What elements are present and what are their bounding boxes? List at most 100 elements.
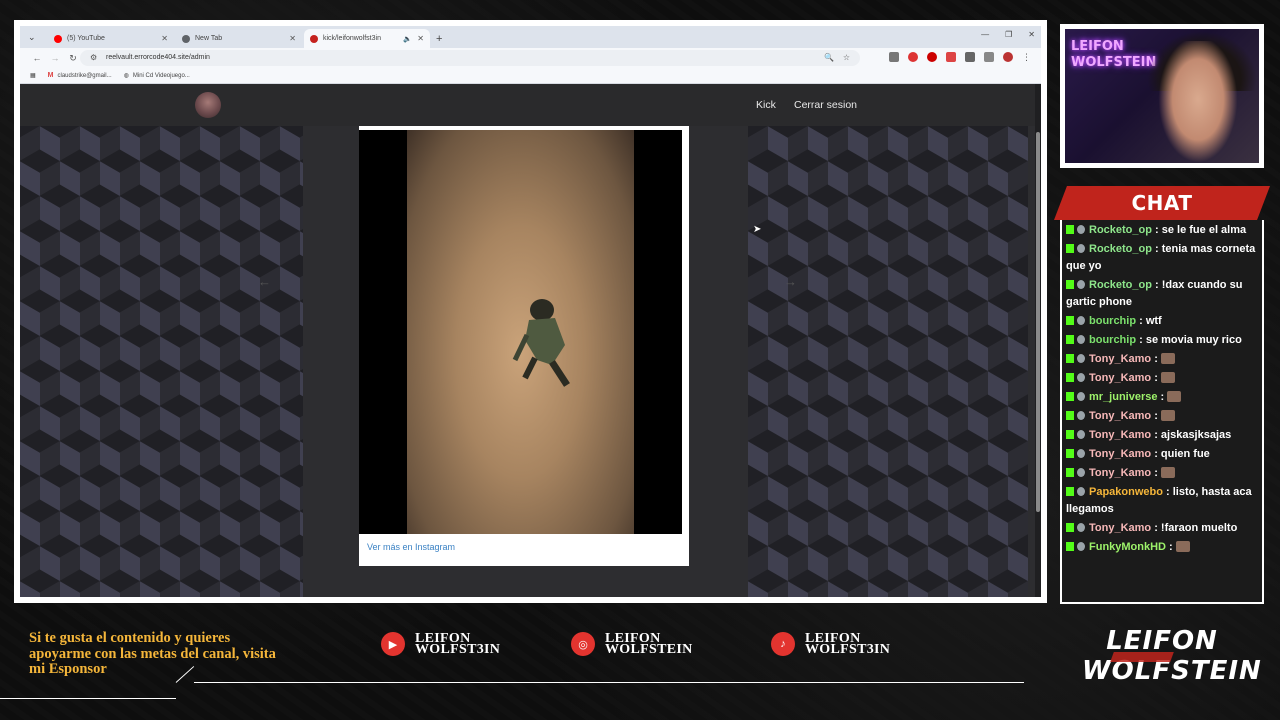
- speaker-icon[interactable]: 🔈: [403, 35, 412, 43]
- kick-badge-icon: [1066, 449, 1074, 458]
- left-pattern-panel: [20, 126, 303, 597]
- chat-username[interactable]: Tony_Kamo: [1089, 429, 1151, 441]
- zoom-icon[interactable]: 🔍: [824, 50, 834, 66]
- tab-label: (5) YouTube: [67, 35, 105, 42]
- scrollbar[interactable]: [1035, 84, 1041, 597]
- chat-username[interactable]: Rocketo_op: [1089, 243, 1152, 255]
- close-icon[interactable]: ✕: [289, 34, 296, 43]
- chat-message: Tony_Kamo :: [1066, 351, 1258, 368]
- gmail-ext-icon[interactable]: [946, 52, 956, 62]
- adblock-icon[interactable]: [908, 52, 918, 62]
- user-badge-icon: [1077, 523, 1085, 532]
- chat-username[interactable]: bourchip: [1089, 315, 1136, 327]
- logo-red-stroke: [1110, 652, 1174, 662]
- site-logo-avatar[interactable]: [195, 92, 221, 118]
- minimize-icon[interactable]: —: [981, 30, 989, 39]
- chat-username[interactable]: mr_juniverse: [1089, 391, 1157, 403]
- chat-title: CHAT: [1131, 191, 1193, 215]
- chat-username[interactable]: Tony_Kamo: [1089, 410, 1151, 422]
- menu-icon[interactable]: ⋮: [1022, 52, 1031, 63]
- forward-icon[interactable]: →: [46, 53, 64, 63]
- social-handle: LEIFON WOLFSTEIN: [605, 632, 693, 657]
- tab-new-tab[interactable]: New Tab ✕: [176, 29, 302, 48]
- handle-line: WOLFSTEIN: [605, 642, 693, 657]
- site-info-icon[interactable]: ⚙: [90, 50, 97, 66]
- emote-icon: [1160, 353, 1175, 364]
- chat-username[interactable]: Tony_Kamo: [1089, 467, 1151, 479]
- site-header: Kick Cerrar sesion: [20, 84, 1041, 126]
- chat-message-list: Rocketo_op : se le fue el alma Rocketo_op…: [1066, 222, 1258, 556]
- chat-text: :: [1151, 467, 1161, 479]
- chat-username[interactable]: bourchip: [1089, 334, 1136, 346]
- apps-grid-icon[interactable]: ▦: [30, 72, 36, 79]
- chat-text: : wtf: [1136, 315, 1162, 327]
- emote-icon: [1175, 541, 1190, 552]
- video-player[interactable]: [359, 130, 682, 534]
- window-controls: — ❐ ✕: [981, 30, 1035, 39]
- next-arrow-icon[interactable]: →: [784, 274, 797, 289]
- kick-badge-icon: [1066, 392, 1074, 401]
- chat-message: Rocketo_op : tenia mas corneta que yo: [1066, 241, 1258, 275]
- social-youtube: ▶ LEIFON WOLFST3IN: [381, 632, 500, 657]
- chat-text: :: [1151, 372, 1161, 384]
- chat-message: bourchip : se movia muy rico: [1066, 332, 1258, 349]
- puzzle-icon[interactable]: [965, 52, 975, 62]
- neon-sign: LEIFON WOLFSTEIN: [1071, 39, 1157, 70]
- url-text: reelvault.errorcode404.site/admin: [106, 54, 210, 61]
- chat-message: Tony_Kamo :: [1066, 465, 1258, 482]
- user-badge-icon: [1077, 335, 1085, 344]
- channel-logo: LEIFON WOLFSTEIN: [1082, 626, 1261, 688]
- chat-header: CHAT: [1054, 186, 1270, 220]
- chat-username[interactable]: Tony_Kamo: [1089, 353, 1151, 365]
- divider-line: [194, 682, 1024, 683]
- chat-username[interactable]: Tony_Kamo: [1089, 372, 1151, 384]
- browser-toolbar: ← → ↻ ⚙ reelvault.errorcode404.site/admi…: [20, 48, 1041, 68]
- bookmark-label: Mini Cd Videojuego...: [132, 72, 190, 79]
- restore-icon[interactable]: ❐: [1005, 30, 1012, 39]
- rider-figure: [512, 299, 570, 387]
- chat-username[interactable]: Papakonwebo: [1089, 486, 1163, 498]
- tab-kick[interactable]: kick/leifonwolfst3in 🔈 ✕: [304, 29, 430, 48]
- tab-search-icon[interactable]: ⌄: [28, 32, 36, 43]
- chat-username[interactable]: Tony_Kamo: [1089, 522, 1151, 534]
- kick-badge-icon: [1066, 335, 1074, 344]
- close-icon[interactable]: ✕: [161, 34, 168, 43]
- back-icon[interactable]: ←: [28, 53, 46, 63]
- close-icon[interactable]: ✕: [417, 34, 424, 43]
- chat-username[interactable]: FunkyMonkHD: [1089, 541, 1166, 553]
- chat-username[interactable]: Tony_Kamo: [1089, 448, 1151, 460]
- scrollbar-thumb[interactable]: [1036, 132, 1040, 512]
- close-window-icon[interactable]: ✕: [1028, 30, 1035, 39]
- prev-arrow-icon[interactable]: ←: [258, 274, 271, 289]
- nav-logout-link[interactable]: Cerrar sesion: [794, 99, 857, 111]
- instagram-link[interactable]: Ver más en Instagram: [367, 542, 455, 552]
- nav-kick-link[interactable]: Kick: [756, 99, 776, 111]
- chat-text: : se le fue el alma: [1151, 224, 1247, 236]
- new-tab-button[interactable]: +: [436, 33, 442, 45]
- user-badge-icon: [1077, 487, 1085, 496]
- chrome-favicon-icon: [182, 34, 190, 43]
- kick-badge-icon: [1066, 354, 1074, 363]
- video-frame: [407, 130, 634, 534]
- social-instagram: ◎ LEIFON WOLFSTEIN: [571, 632, 693, 657]
- bookmark-item[interactable]: ◍ Mini Cd Videojuego...: [124, 72, 190, 80]
- kick-badge-icon: [1066, 542, 1074, 551]
- profile-avatar[interactable]: [1003, 52, 1013, 62]
- extension-icon[interactable]: [889, 52, 899, 62]
- bookmark-star-icon[interactable]: ☆: [843, 50, 850, 66]
- download-icon[interactable]: [984, 52, 994, 62]
- emote-icon: [1160, 467, 1175, 478]
- gmail-icon: M: [47, 72, 54, 79]
- youtube-favicon-icon: [54, 34, 62, 43]
- chat-username[interactable]: Rocketo_op: [1089, 279, 1152, 291]
- social-tiktok: ♪ LEIFON WOLFST3IN: [771, 632, 890, 657]
- streamer-face: [1153, 41, 1243, 163]
- kick-badge-icon: [1066, 373, 1074, 382]
- tab-youtube[interactable]: (5) YouTube ✕: [48, 29, 174, 48]
- chat-message: Tony_Kamo : quien fue: [1066, 446, 1258, 463]
- address-bar[interactable]: ⚙ reelvault.errorcode404.site/admin 🔍 ☆: [80, 50, 860, 66]
- chat-message: Tony_Kamo : !faraon muelto: [1066, 520, 1258, 537]
- chat-username[interactable]: Rocketo_op: [1089, 224, 1152, 236]
- bookmark-item[interactable]: M claudstrike@gmail...: [48, 72, 112, 79]
- opera-icon[interactable]: [927, 52, 937, 62]
